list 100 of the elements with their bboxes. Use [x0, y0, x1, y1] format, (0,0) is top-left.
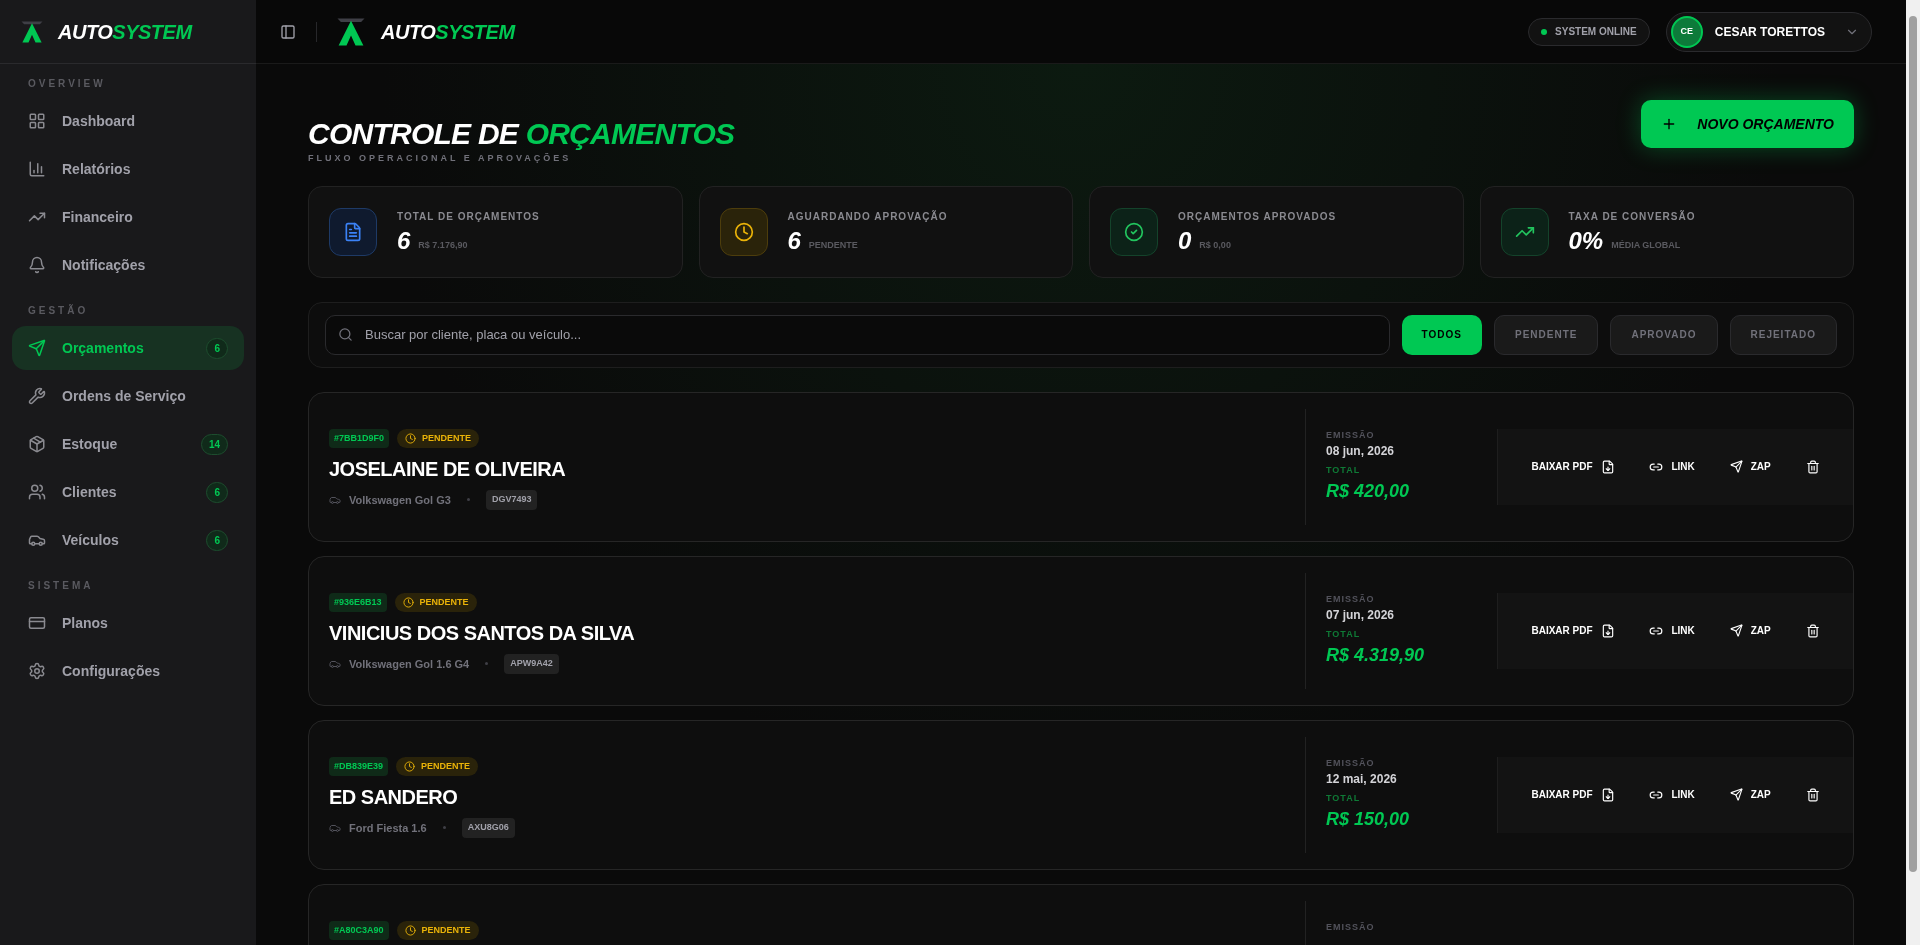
search-icon — [338, 327, 353, 342]
nav-item[interactable]: Orçamentos 6 — [12, 326, 244, 370]
grid-icon — [28, 112, 46, 130]
quote-id: #936E6B13 — [329, 592, 387, 612]
quote-id: #DB839E39 — [329, 756, 389, 776]
status-badge: PENDENTE — [396, 756, 479, 776]
total-value: R$ 150,00 — [1326, 807, 1411, 831]
trash-icon — [1805, 459, 1820, 474]
clock-icon — [719, 207, 768, 256]
trash-icon — [1805, 787, 1820, 802]
download-pdf-button[interactable]: BAIXAR PDF — [1531, 623, 1615, 638]
vehicle-name: Volkswagen Gol 1.6 G4 — [349, 656, 470, 672]
download-pdf-button[interactable]: BAIXAR PDF — [1531, 787, 1615, 802]
plate-tag: AXU8G06 — [461, 818, 515, 838]
stat-sub: MÉDIA GLOBAL — [1611, 238, 1681, 252]
nav-item[interactable]: Dashboard — [12, 99, 244, 143]
settings-icon — [28, 662, 46, 680]
client-name: VINICIUS DOS SANTOS DA SILVA — [329, 621, 636, 646]
zap-button[interactable]: ZAP — [1729, 623, 1771, 638]
bar-chart-icon — [28, 160, 46, 178]
section-title: OVERVIEW — [27, 77, 107, 91]
filter-tab[interactable]: PENDENTE — [1494, 314, 1599, 355]
trash-icon — [1805, 623, 1820, 638]
link-button[interactable]: LINK — [1649, 787, 1695, 802]
stat-label: ORÇAMENTOS APROVADOS — [1178, 210, 1337, 224]
file-download-icon — [1600, 787, 1615, 802]
paper-plane-icon — [1729, 624, 1743, 637]
link-button[interactable]: LINK — [1649, 623, 1695, 638]
emission-label: EMISSÃO — [1326, 592, 1376, 606]
download-pdf-button[interactable]: BAIXAR PDF — [1531, 459, 1615, 474]
nav-item[interactable]: Relatórios — [12, 147, 244, 191]
new-quote-button[interactable]: NOVO ORÇAMENTO — [1641, 100, 1854, 148]
filter-tab[interactable]: APROVADO — [1610, 314, 1718, 355]
emission-label: EMISSÃO — [1326, 756, 1376, 770]
document-icon — [329, 207, 377, 256]
stat-sub: R$ 0,00 — [1199, 238, 1231, 252]
user-avatar: CE — [1670, 15, 1703, 48]
emission-date: 08 jun, 2026 — [1326, 443, 1396, 460]
bell-icon — [28, 256, 46, 274]
plate-tag: APW9A42 — [504, 654, 559, 674]
page-title: CONTROLE DE ORÇAMENTOS — [308, 116, 735, 152]
status-text: SYSTEM ONLINE — [1555, 25, 1637, 39]
count-badge: 6 — [206, 529, 228, 551]
status-badge: PENDENTE — [397, 428, 480, 448]
stat-label: AGUARDANDO APROVAÇÃO — [787, 209, 948, 224]
box-icon — [28, 435, 46, 453]
search-input[interactable]: Buscar por cliente, placa ou veículo... — [365, 324, 1377, 345]
delete-button[interactable] — [1805, 787, 1820, 802]
nav-item[interactable]: Configurações — [12, 649, 244, 693]
quote-id: #7BB1D9F0 — [329, 428, 390, 448]
paper-plane-icon — [1729, 460, 1743, 473]
brand-name: AUTOSYSTEM — [58, 19, 192, 45]
stat-value: 6 — [787, 228, 801, 254]
total-label: TOTAL — [1326, 792, 1362, 805]
credit-card-icon — [28, 614, 46, 632]
nav-item[interactable]: Ordens de Serviço — [12, 374, 244, 418]
stat-value: 6 — [397, 228, 411, 254]
status-badge: PENDENTE — [396, 920, 479, 940]
trend-up-icon — [1500, 207, 1549, 256]
delete-button[interactable] — [1805, 459, 1820, 474]
total-label: TOTAL — [1326, 464, 1362, 477]
file-download-icon — [1600, 459, 1615, 474]
user-menu[interactable]: CE CESAR TORETTOS — [1665, 11, 1872, 52]
quote-id: #A80C3A90 — [329, 920, 389, 940]
wrench-icon — [28, 387, 46, 405]
scrollbar[interactable] — [1906, 0, 1920, 945]
search-field[interactable]: Buscar por cliente, placa ou veículo... — [325, 314, 1390, 355]
nav-item[interactable]: Notificações — [12, 243, 244, 287]
emission-date: 07 jun, 2026 — [1326, 607, 1396, 624]
status-badge: PENDENTE — [394, 592, 477, 612]
stat-sub: R$ 7.176,90 — [418, 238, 468, 252]
delete-button[interactable] — [1805, 623, 1820, 638]
nav-item[interactable]: Veículos 6 — [12, 518, 244, 562]
emission-label: EMISSÃO — [1326, 920, 1376, 934]
sidebar-panel-icon — [280, 23, 296, 40]
count-badge: 6 — [206, 337, 228, 359]
filter-tab[interactable]: TODOS — [1401, 314, 1482, 355]
zap-button[interactable]: ZAP — [1729, 787, 1771, 802]
page-subtitle: FLUXO OPERACIONAL E APROVAÇÕES — [308, 152, 573, 165]
client-name: ED SANDERO — [329, 785, 459, 810]
stat-sub: PENDENTE — [808, 238, 858, 252]
paper-plane-icon — [28, 339, 46, 357]
nav-item[interactable]: Planos — [12, 601, 244, 645]
emission-date: 12 mai, 2026 — [1326, 771, 1398, 788]
total-value: R$ 4.319,90 — [1326, 643, 1426, 667]
stat-value: 0 — [1178, 228, 1192, 254]
nav-item[interactable]: Estoque 14 — [12, 422, 244, 466]
nav-item[interactable]: Financeiro — [12, 195, 244, 239]
plate-tag: DGV7493 — [485, 490, 538, 510]
filter-tab[interactable]: REJEITADO — [1729, 314, 1837, 355]
link-button[interactable]: LINK — [1649, 459, 1695, 474]
stat-label: TAXA DE CONVERSÃO — [1568, 209, 1696, 224]
emission-label: EMISSÃO — [1326, 428, 1376, 442]
file-download-icon — [1600, 623, 1615, 638]
nav-item[interactable]: Clientes 6 — [12, 470, 244, 514]
count-badge: 6 — [206, 481, 228, 503]
count-badge: 14 — [200, 433, 228, 455]
vehicle-name: Volkswagen Gol G3 — [349, 492, 451, 508]
zap-button[interactable]: ZAP — [1729, 459, 1771, 474]
vehicle-name: Ford Fiesta 1.6 — [349, 820, 427, 836]
